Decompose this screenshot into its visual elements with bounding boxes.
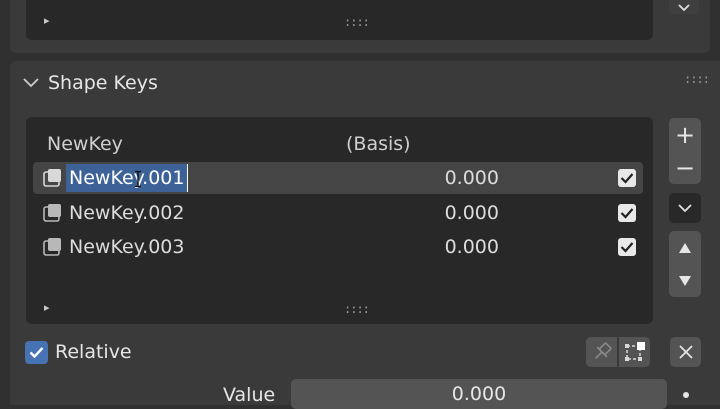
value-field-text: 0.000 [451,383,507,405]
specials-menu-button[interactable] [669,193,701,223]
keyframe-dot-icon[interactable] [683,392,689,398]
previous-specials-button[interactable] [669,0,699,14]
panel-title: Shape Keys [48,72,158,94]
shape-key-name: NewKey.002 [69,202,185,224]
relative-checkbox[interactable]: Relative [25,340,132,364]
shape-key-name-field[interactable]: NewKey.001 [66,164,189,192]
previous-list-expand-icon[interactable]: ▸ [44,14,50,27]
close-icon [678,345,693,359]
shape-key-icon [43,238,61,256]
checkmark-icon [29,346,44,358]
basis-label: (Basis) [346,133,411,155]
shape-key-mute-checkbox[interactable] [618,169,636,187]
checkmark-icon [620,242,634,253]
pin-button[interactable] [586,337,617,367]
chevron-down-icon [23,78,39,88]
shape-key-value[interactable]: 0.000 [443,167,499,189]
shape-key-value[interactable]: 0.000 [443,236,499,258]
triangle-up-icon [679,242,691,253]
edit-mode-button[interactable] [619,337,650,367]
list-resize-grip[interactable]: :::: [344,302,370,316]
relative-check-box[interactable] [25,340,48,364]
shape-keys-header[interactable]: Shape Keys [22,72,322,94]
value-label: Value [223,384,276,406]
checkmark-icon [620,173,634,184]
list-item[interactable]: NewKey.002 0.000 [33,197,643,229]
shape-key-value[interactable]: 0.000 [443,202,499,224]
shape-key-name: NewKey.003 [69,236,185,258]
pin-icon [594,342,612,359]
move-up-button[interactable] [678,231,692,264]
shape-key-icon [43,204,61,222]
relative-label: Relative [55,341,132,363]
shape-key-mute-checkbox[interactable] [618,238,636,256]
move-buttons-group [669,231,701,297]
shape-key-mute-checkbox[interactable] [618,204,636,222]
list-item[interactable]: NewKey.003 0.000 [33,231,643,263]
reference-key-label: NewKey [47,133,123,155]
move-down-button[interactable] [678,264,692,297]
text-cursor-icon [135,170,141,188]
panel-drag-grip[interactable]: :::: [684,72,710,86]
add-shape-key-button[interactable]: + [675,118,695,151]
chevron-down-icon [678,204,692,213]
shape-key-toggle-group [586,337,650,367]
add-remove-group: + − [669,118,701,184]
edit-mode-icon [624,342,645,361]
previous-list [26,0,653,40]
checkmark-icon [620,208,634,219]
shape-key-icon [43,169,61,187]
remove-shape-key-button[interactable]: − [675,151,695,184]
clear-shape-keys-button[interactable] [670,337,701,367]
previous-list-resize-grip[interactable]: :::: [344,15,370,29]
chevron-down-icon [678,4,690,12]
list-item[interactable]: NewKey.001 0.000 [33,162,643,194]
list-expand-icon[interactable]: ▸ [44,301,50,314]
triangle-down-icon [679,275,691,286]
